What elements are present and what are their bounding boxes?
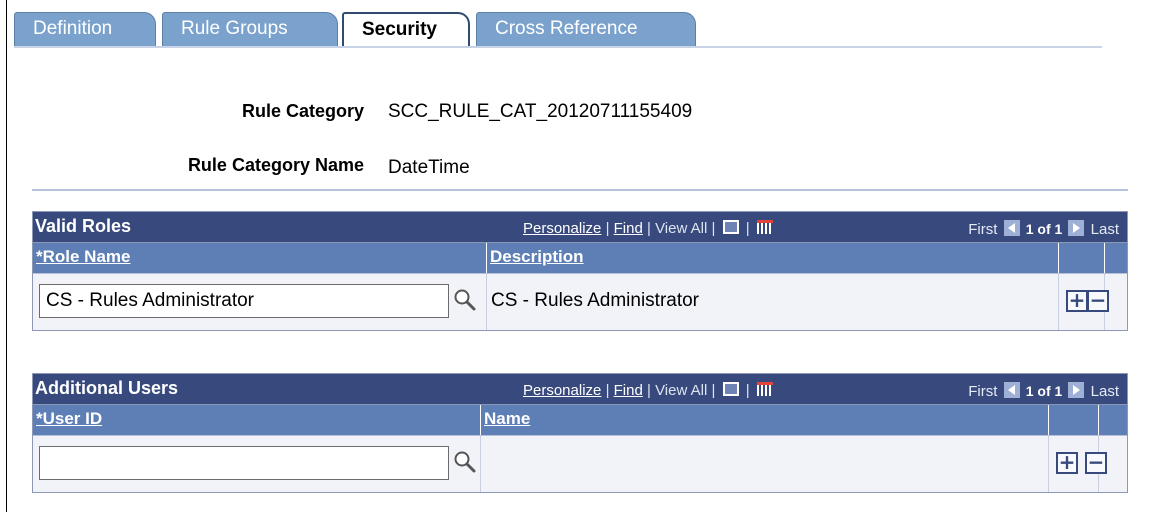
zoom-grid-icon[interactable]: [722, 382, 739, 396]
row-count: 1 of 1: [1025, 383, 1063, 399]
user-id-column-header[interactable]: *User ID: [33, 405, 481, 435]
tab-cross-reference[interactable]: Cross Reference: [476, 12, 696, 46]
rule-category-label: Rule Category: [241, 101, 364, 121]
personalize-link[interactable]: Personalize: [523, 382, 601, 399]
window-border: [6, 0, 7, 512]
add-column-header: [1049, 405, 1099, 435]
additional-users-title: Additional Users: [35, 378, 179, 398]
row-count: 1 of 1: [1025, 221, 1063, 237]
delete-cell: −: [1085, 436, 1127, 492]
column-headers: *User ID Name: [33, 404, 1127, 435]
grid-navigation: First 1 of 1 Last: [968, 382, 1119, 400]
user-id-input[interactable]: [39, 446, 449, 480]
tab-definition[interactable]: Definition: [14, 12, 156, 46]
add-row-button[interactable]: +: [1066, 290, 1088, 312]
tab-divider: [14, 46, 1102, 48]
delete-row-button[interactable]: −: [1087, 290, 1109, 312]
rule-category-value: SCC_RULE_CAT_20120711155409: [388, 101, 693, 122]
toolbar-sep: |: [647, 382, 651, 399]
personalize-link[interactable]: Personalize: [523, 220, 601, 237]
first-link[interactable]: First: [968, 221, 997, 238]
section-separator: [32, 189, 1128, 191]
next-arrow-icon[interactable]: [1068, 220, 1085, 236]
toolbar-sep: |: [647, 220, 651, 237]
magnifier-icon[interactable]: [453, 288, 477, 312]
toolbar-sep: |: [711, 382, 716, 399]
last-link[interactable]: Last: [1091, 383, 1119, 400]
role-name-column-header[interactable]: *Role Name: [33, 243, 487, 273]
prev-arrow-icon[interactable]: [1003, 220, 1020, 236]
name-column-header[interactable]: Name: [481, 405, 1049, 435]
role-name-cell: [33, 274, 487, 330]
description-column-header[interactable]: Description: [487, 243, 1059, 273]
tab-security[interactable]: Security: [342, 12, 470, 46]
download-spreadsheet-icon[interactable]: [756, 382, 773, 396]
toolbar-sep: |: [745, 382, 750, 399]
find-link[interactable]: Find: [614, 220, 643, 237]
valid-roles-title: Valid Roles: [35, 216, 132, 236]
download-spreadsheet-icon[interactable]: [756, 220, 773, 234]
tab-rule-groups[interactable]: Rule Groups: [162, 12, 338, 46]
zoom-grid-icon[interactable]: [722, 220, 739, 234]
delete-column-header: [1105, 243, 1127, 273]
column-headers: *Role Name Description: [33, 242, 1127, 273]
page-tabs: Definition Rule Groups Security Cross Re…: [14, 8, 1114, 48]
delete-cell: −: [1087, 274, 1127, 330]
toolbar-sep: |: [711, 220, 716, 237]
grid-toolbar: Personalize | Find | View All | |: [523, 220, 776, 237]
toolbar-sep: |: [745, 220, 750, 237]
name-cell: [481, 436, 1049, 492]
toolbar-sep: |: [605, 382, 610, 399]
valid-roles-header: Valid Roles Personalize | Find | View Al…: [33, 212, 1127, 242]
description-cell: CS - Rules Administrator: [487, 274, 1059, 330]
rule-category-name-value: DateTime: [388, 157, 470, 178]
delete-row-button[interactable]: −: [1085, 452, 1107, 474]
role-description: CS - Rules Administrator: [491, 290, 700, 311]
role-name-input[interactable]: [39, 284, 449, 318]
rule-category-name-label: Rule Category Name: [187, 155, 364, 175]
next-arrow-icon[interactable]: [1068, 382, 1085, 398]
find-link[interactable]: Find: [614, 382, 643, 399]
first-link[interactable]: First: [968, 383, 997, 400]
prev-arrow-icon[interactable]: [1003, 382, 1020, 398]
toolbar-sep: |: [605, 220, 610, 237]
add-column-header: [1059, 243, 1105, 273]
grid-toolbar: Personalize | Find | View All | |: [523, 382, 776, 399]
additional-users-header: Additional Users Personalize | Find | Vi…: [33, 374, 1127, 404]
delete-column-header: [1099, 405, 1127, 435]
user-id-cell: [33, 436, 481, 492]
valid-roles-grid: Valid Roles Personalize | Find | View Al…: [32, 211, 1128, 331]
view-all-link[interactable]: View All: [655, 220, 707, 237]
add-row-button[interactable]: +: [1056, 452, 1078, 474]
table-row: + −: [33, 435, 1127, 492]
additional-users-grid: Additional Users Personalize | Find | Vi…: [32, 373, 1128, 493]
table-row: CS - Rules Administrator + −: [33, 273, 1127, 330]
magnifier-icon[interactable]: [453, 450, 477, 474]
last-link[interactable]: Last: [1091, 221, 1119, 238]
grid-navigation: First 1 of 1 Last: [968, 220, 1119, 238]
view-all-link[interactable]: View All: [655, 382, 707, 399]
